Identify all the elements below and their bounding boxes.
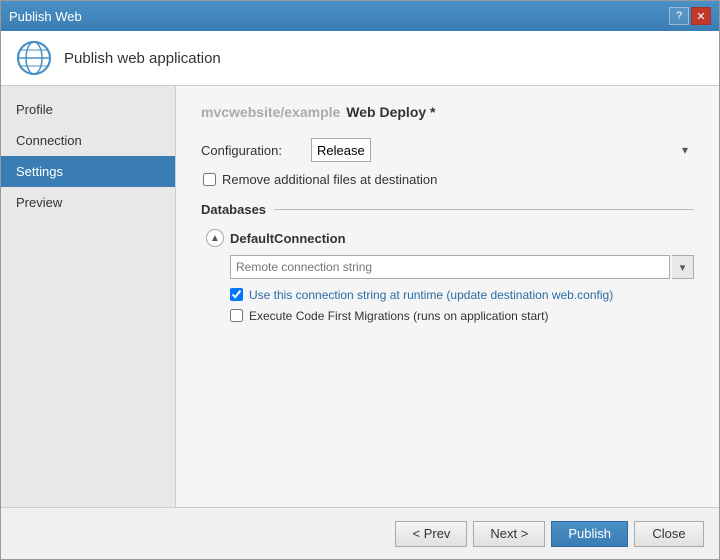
publish-button[interactable]: Publish	[551, 521, 628, 547]
sidebar-item-connection[interactable]: Connection	[1, 125, 175, 156]
divider-line	[274, 209, 694, 210]
connection-string-row: ▾	[230, 255, 694, 279]
help-button[interactable]: ?	[669, 7, 689, 25]
db-connection-name: DefaultConnection	[230, 231, 346, 246]
use-connection-string-label[interactable]: Use this connection string at runtime (u…	[249, 287, 613, 302]
configuration-label: Configuration:	[201, 143, 311, 158]
connection-string-dropdown-button[interactable]: ▾	[672, 255, 694, 279]
databases-section-divider: Databases	[201, 202, 694, 217]
footer: < Prev Next > Publish Close	[1, 507, 719, 559]
title-bar-buttons: ? ✕	[669, 7, 711, 25]
sidebar-item-profile[interactable]: Profile	[1, 94, 175, 125]
next-button[interactable]: Next >	[473, 521, 545, 547]
configuration-select[interactable]: Debug Release	[311, 138, 371, 162]
globe-icon	[16, 40, 52, 76]
dialog-title: Publish Web	[9, 9, 82, 24]
remove-files-label[interactable]: Remove additional files at destination	[222, 172, 437, 187]
prev-button[interactable]: < Prev	[395, 521, 467, 547]
use-connection-string-checkbox[interactable]	[230, 288, 243, 301]
databases-section-title: Databases	[201, 202, 266, 217]
content-area: Profile Connection Settings Preview mvcw…	[1, 86, 719, 507]
execute-migrations-row: Execute Code First Migrations (runs on a…	[230, 308, 694, 323]
main-content: mvcwebsite/example Web Deploy * Configur…	[176, 86, 719, 507]
publish-web-dialog: Publish Web ? ✕ Publish web application …	[0, 0, 720, 560]
connection-string-input[interactable]	[230, 255, 670, 279]
sidebar-item-preview[interactable]: Preview	[1, 187, 175, 218]
header-area: Publish web application	[1, 31, 719, 86]
header-title: Publish web application	[64, 50, 221, 67]
connection-input-wrapper	[230, 255, 670, 279]
db-item-header: ▲ DefaultConnection	[206, 229, 694, 247]
configuration-row: Configuration: Debug Release	[201, 138, 694, 162]
dialog-close-button[interactable]: ✕	[691, 7, 711, 25]
remove-files-checkbox[interactable]	[203, 173, 216, 186]
connection-btn-wrapper: ▾	[672, 255, 694, 279]
deploy-name: mvcwebsite/example	[201, 104, 340, 120]
deploy-title: mvcwebsite/example Web Deploy *	[201, 104, 694, 120]
deploy-type: Web Deploy *	[346, 104, 435, 120]
execute-migrations-checkbox[interactable]	[230, 309, 243, 322]
sidebar: Profile Connection Settings Preview	[1, 86, 176, 507]
sidebar-item-settings[interactable]: Settings	[1, 156, 175, 187]
close-button[interactable]: Close	[634, 521, 704, 547]
use-connection-string-row: Use this connection string at runtime (u…	[230, 287, 694, 302]
execute-migrations-label-text: Execute Code First Migrations (runs on a…	[249, 309, 548, 323]
configuration-select-wrapper: Debug Release	[311, 138, 694, 162]
use-connection-string-label-text: Use this connection string at runtime (u…	[249, 288, 613, 302]
collapse-button[interactable]: ▲	[206, 229, 224, 247]
remove-files-row: Remove additional files at destination	[203, 172, 694, 187]
title-bar: Publish Web ? ✕	[1, 1, 719, 31]
execute-migrations-label[interactable]: Execute Code First Migrations (runs on a…	[249, 308, 548, 323]
db-section: ▲ DefaultConnection ▾ Use this	[206, 229, 694, 323]
